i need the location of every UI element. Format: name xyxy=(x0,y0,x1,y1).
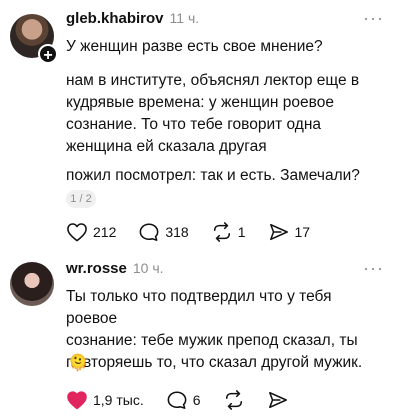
post-text-line: пожил посмотрел: так и есть. Замечали? xyxy=(66,167,360,184)
comment-count: 318 xyxy=(165,224,189,240)
post-text-line: У женщин разве есть свое мнение? xyxy=(66,38,323,55)
more-options-icon[interactable]: ··· xyxy=(363,258,384,279)
share-icon xyxy=(268,391,287,409)
post-text-line: сознание: тебе мужик препод сказал, ты xyxy=(66,332,358,349)
heart-icon xyxy=(67,391,87,410)
comment-button[interactable]: 318 xyxy=(138,222,189,242)
comment-button[interactable]: 6 xyxy=(166,390,201,410)
share-button[interactable]: 17 xyxy=(268,222,311,242)
post-header: gleb.khabirov 11 ч. xyxy=(66,10,199,27)
repost-button[interactable]: 1 xyxy=(211,222,246,242)
repost-count: 1 xyxy=(237,224,246,240)
comment-icon xyxy=(139,223,159,241)
repost-icon xyxy=(213,222,230,242)
post-header: wr.rosse 10 ч. xyxy=(66,260,164,277)
like-button[interactable]: 212 xyxy=(66,222,116,242)
post-text-line: повторяешь то, что сказал другой мужик. xyxy=(66,354,363,371)
heart-icon xyxy=(67,223,87,242)
share-icon xyxy=(269,223,288,241)
melting-face-emoji: 🫠 xyxy=(68,355,88,372)
post-text-paragraph: Ты только что подтвердил что у тебя роев… xyxy=(66,286,386,374)
repost-button[interactable] xyxy=(223,390,245,410)
comment-icon xyxy=(167,391,187,409)
post-text-paragraph: нам в институте, объяснял лектор еще в к… xyxy=(66,70,386,158)
action-bar: 1,9 тыс. 6 xyxy=(66,390,311,410)
post-text-line: нам в институте, объяснял лектор еще в xyxy=(66,72,360,89)
repost-icon xyxy=(225,390,242,410)
comment-count: 6 xyxy=(192,392,201,408)
share-button[interactable] xyxy=(267,390,289,410)
post-text-line: сознание. То что тебе говорит одна xyxy=(66,116,322,133)
post-text-line: женщина ей сказала другая xyxy=(66,138,267,155)
post-rosse: wr.rosse 10 ч. ··· Ты только что подтвер… xyxy=(0,250,400,418)
username[interactable]: gleb.khabirov xyxy=(66,10,164,27)
share-count: 17 xyxy=(294,224,311,240)
more-options-icon[interactable]: ··· xyxy=(363,8,384,29)
like-count: 1,9 тыс. xyxy=(93,392,144,408)
avatar[interactable] xyxy=(10,262,54,306)
action-bar: 212 318 1 17 xyxy=(66,222,332,242)
post-text-line: Ты только что подтвердил что у тебя роев… xyxy=(66,288,332,327)
username[interactable]: wr.rosse xyxy=(66,260,127,277)
like-button[interactable]: 1,9 тыс. xyxy=(66,390,144,410)
like-count: 212 xyxy=(93,224,117,240)
page-indicator: 1 / 2 xyxy=(66,190,96,208)
post-text-line: кудрявые времена: у женщин роевое xyxy=(66,94,334,111)
timestamp: 10 ч. xyxy=(132,260,164,276)
timestamp: 11 ч. xyxy=(169,10,200,26)
follow-plus-button[interactable]: + xyxy=(38,44,58,64)
post-gleb: + gleb.khabirov 11 ч. ··· У женщин разве… xyxy=(0,0,400,250)
